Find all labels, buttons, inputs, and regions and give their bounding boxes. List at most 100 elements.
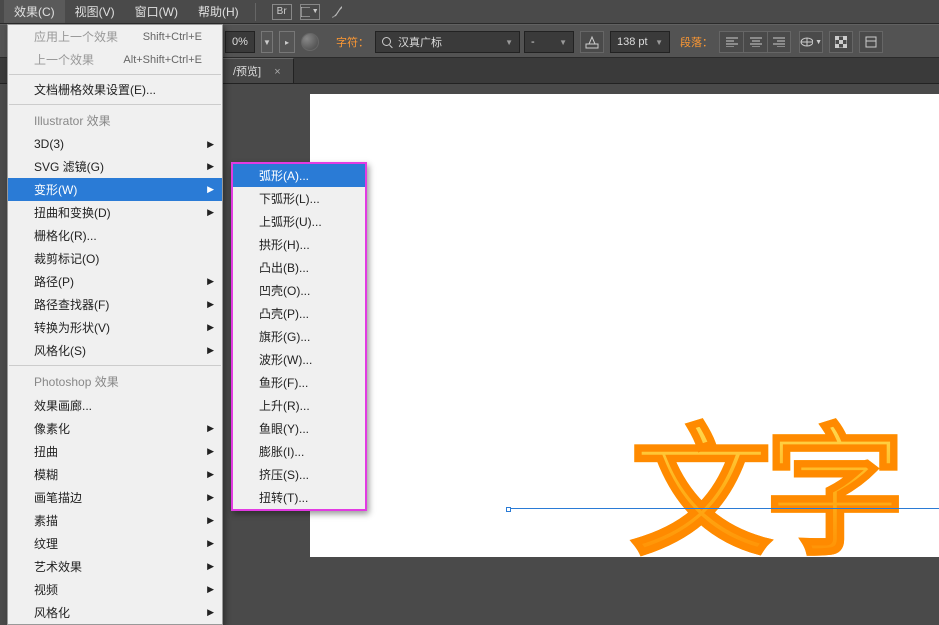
menu-label: 路径查找器(F) — [34, 296, 109, 313]
submenu-arc-lower[interactable]: 下弧形(L)... — [233, 187, 365, 210]
menu-path[interactable]: 路径(P) ▶ — [8, 270, 222, 293]
menu-raster-settings[interactable]: 文档栅格效果设置(E)... — [8, 78, 222, 101]
menu-view[interactable]: 视图(V) — [65, 0, 125, 23]
submenu-arrow-icon: ▶ — [207, 584, 214, 595]
align-center-button[interactable] — [743, 31, 767, 53]
artboard[interactable]: 文字 — [310, 94, 939, 557]
menu-label: 弧形(A)... — [259, 167, 309, 184]
submenu-arch[interactable]: 拱形(H)... — [233, 233, 365, 256]
text-object[interactable]: 文字 — [631, 423, 899, 563]
submenu-arrow-icon: ▶ — [207, 322, 214, 333]
layout-icon[interactable]: ▼ — [300, 4, 320, 20]
submenu-arrow-icon: ▶ — [207, 492, 214, 503]
menu-window[interactable]: 窗口(W) — [125, 0, 188, 23]
align-left-button[interactable] — [719, 31, 743, 53]
submenu-twist[interactable]: 扭转(T)... — [233, 486, 365, 509]
chevron-down-icon: ▼ — [559, 38, 567, 47]
text-content: 文字 — [631, 414, 899, 571]
opacity-glyph-icon — [835, 36, 847, 48]
zoom-field[interactable]: 0% — [225, 31, 255, 53]
bridge-icon[interactable]: Br — [272, 4, 292, 20]
menu-effects[interactable]: 效果(C) — [4, 0, 65, 23]
menu-distort-transform[interactable]: 扭曲和变换(D)▶ — [8, 201, 222, 224]
menu-help[interactable]: 帮助(H) — [188, 0, 249, 23]
menu-last-effect[interactable]: 上一个效果 Alt+Shift+Ctrl+E — [8, 48, 222, 71]
chevron-down-icon: ▼ — [815, 39, 822, 46]
menu-svg-filter[interactable]: SVG 滤镜(G)▶ — [8, 155, 222, 178]
submenu-rise[interactable]: 上升(R)... — [233, 394, 365, 417]
submenu-fish[interactable]: 鱼形(F)... — [233, 371, 365, 394]
submenu-shell-upper[interactable]: 凸壳(P)... — [233, 302, 365, 325]
menu-warp[interactable]: 变形(W)▶ — [8, 178, 222, 201]
panel-button[interactable] — [859, 31, 883, 53]
menu-label: 艺术效果 — [34, 558, 82, 575]
menu-label: 膨胀(I)... — [259, 443, 304, 460]
menu-crop-marks[interactable]: 裁剪标记(O) — [8, 247, 222, 270]
menu-effect-gallery[interactable]: 效果画廊... — [8, 394, 222, 417]
align-right-button[interactable] — [767, 31, 791, 53]
menu-artistic[interactable]: 艺术效果 ▶ — [8, 555, 222, 578]
menu-label: 上弧形(U)... — [259, 213, 322, 230]
rocket-icon[interactable] — [328, 4, 348, 20]
menu-label: 效果画廊... — [34, 397, 92, 414]
separator — [9, 74, 221, 75]
menu-blur[interactable]: 模糊▶ — [8, 463, 222, 486]
menu-distort-ps[interactable]: 扭曲▶ — [8, 440, 222, 463]
menu-label: 上升(R)... — [259, 397, 310, 414]
submenu-arrow-icon: ▶ — [207, 276, 214, 287]
font-family-field[interactable]: 汉真广标 ▼ — [375, 31, 520, 53]
chevron-down-icon: ▼ — [312, 8, 319, 15]
submenu-arrow-icon: ▶ — [207, 469, 214, 480]
zoom-value: 0% — [232, 36, 248, 48]
menu-texture[interactable]: 纹理▶ — [8, 532, 222, 555]
menu-label: 凸出(B)... — [259, 259, 309, 276]
document-tab[interactable]: /预览] × — [220, 58, 294, 83]
character-label: 字符： — [336, 34, 369, 50]
globe-icon[interactable] — [301, 33, 319, 51]
menu-label: SVG 滤镜(G) — [34, 158, 104, 175]
submenu-fisheye[interactable]: 鱼眼(Y)... — [233, 417, 365, 440]
tab-label: /预览] — [233, 66, 261, 78]
zoom-dropdown[interactable]: ▼ — [261, 31, 273, 53]
menu-rasterize[interactable]: 栅格化(R)... — [8, 224, 222, 247]
selection-handle[interactable] — [506, 507, 511, 512]
dropdown-arrow[interactable]: ▸ — [279, 31, 295, 53]
menu-3d[interactable]: 3D(3)▶ — [8, 133, 222, 155]
menu-pixelate[interactable]: 像素化▶ — [8, 417, 222, 440]
warp-options-button[interactable]: ▼ — [799, 31, 823, 53]
submenu-squeeze[interactable]: 挤压(S)... — [233, 463, 365, 486]
submenu-arc[interactable]: 弧形(A)... — [233, 164, 365, 187]
separator — [255, 3, 256, 21]
menu-apply-last-effect[interactable]: 应用上一个效果 Shift+Ctrl+E — [8, 25, 222, 48]
menu-pathfinder[interactable]: 路径查找器(F)▶ — [8, 293, 222, 316]
separator — [9, 365, 221, 366]
submenu-inflate[interactable]: 膨胀(I)... — [233, 440, 365, 463]
touch-type-icon[interactable] — [580, 31, 604, 53]
menu-label: 波形(W)... — [259, 351, 312, 368]
menu-stylize-ps[interactable]: 风格化▶ — [8, 601, 222, 624]
submenu-wave[interactable]: 波形(W)... — [233, 348, 365, 371]
menu-label: 路径(P) — [34, 273, 74, 290]
submenu-shell-lower[interactable]: 凹壳(O)... — [233, 279, 365, 302]
menu-brush-strokes[interactable]: 画笔描边▶ — [8, 486, 222, 509]
close-icon[interactable]: × — [274, 66, 280, 78]
menu-label: 扭曲 — [34, 443, 58, 460]
menu-convert-shape[interactable]: 转换为形状(V)▶ — [8, 316, 222, 339]
menu-stylize-ai[interactable]: 风格化(S)▶ — [8, 339, 222, 362]
opacity-button[interactable] — [829, 31, 853, 53]
font-size-value: 138 pt — [617, 36, 648, 48]
font-style-field[interactable]: -▼ — [524, 31, 574, 53]
menu-video[interactable]: 视频▶ — [8, 578, 222, 601]
menu-label: 挤压(S)... — [259, 466, 309, 483]
submenu-arrow-icon: ▶ — [207, 561, 214, 572]
submenu-arrow-icon: ▶ — [207, 139, 214, 150]
font-size-field[interactable]: 138 pt▼ — [610, 31, 670, 53]
menu-label: 鱼形(F)... — [259, 374, 308, 391]
warp-submenu: 弧形(A)... 下弧形(L)... 上弧形(U)... 拱形(H)... 凸出… — [231, 162, 367, 511]
align-group — [719, 31, 791, 53]
submenu-flag[interactable]: 旗形(G)... — [233, 325, 365, 348]
menu-sketch[interactable]: 素描▶ — [8, 509, 222, 532]
submenu-arc-upper[interactable]: 上弧形(U)... — [233, 210, 365, 233]
submenu-bulge[interactable]: 凸出(B)... — [233, 256, 365, 279]
menu-label: 扭转(T)... — [259, 489, 308, 506]
